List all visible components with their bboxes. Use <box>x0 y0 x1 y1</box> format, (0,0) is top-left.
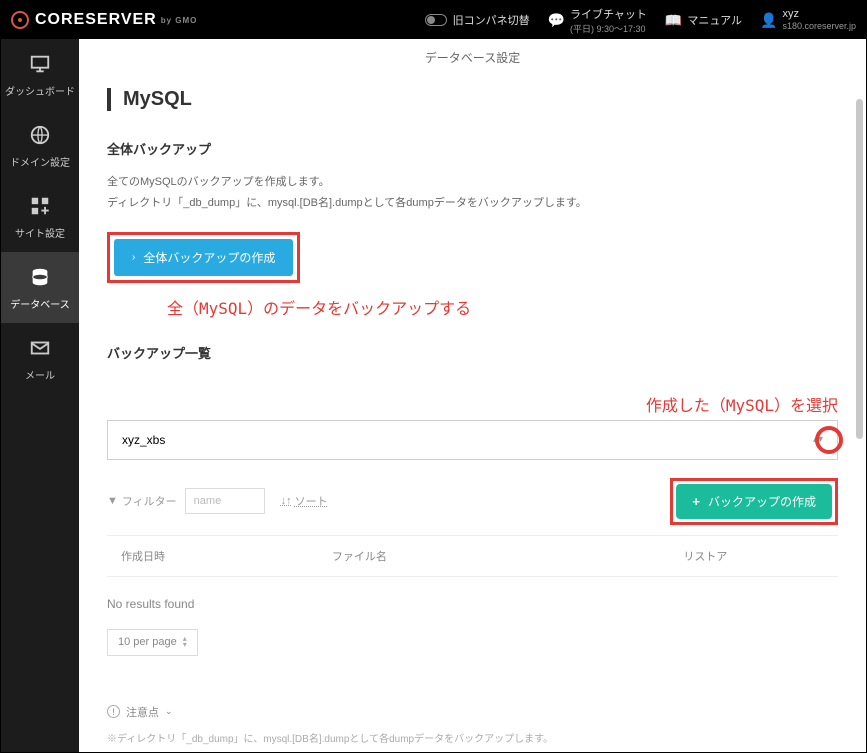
mail-icon <box>29 337 51 359</box>
old-panel-label: 旧コンパネ切替 <box>453 12 530 28</box>
chevron-updown-icon: ▴▾ <box>813 434 823 445</box>
callout-full-backup: › 全体バックアップの作成 <box>107 232 300 283</box>
sidebar-item-label: サイト設定 <box>1 225 79 240</box>
sort-label: ソート <box>295 493 328 509</box>
sidebar-item-label: メール <box>1 367 79 382</box>
sidebar: ダッシュボード ドメイン設定 サイト設定 データベース メール <box>1 39 79 752</box>
notes-text: ※ディレクトリ「_db_dump」に、mysql.[DB名].dumpとして各d… <box>107 730 838 745</box>
sidebar-item-label: ドメイン設定 <box>1 154 79 169</box>
full-backup-heading: 全体バックアップ <box>107 139 838 158</box>
main: データベース設定 MySQL 全体バックアップ 全てのMySQLのバックアップを… <box>79 39 866 752</box>
chat-label: ライブチャット <box>570 9 647 21</box>
sort-link[interactable]: ↓↑ ソート <box>281 493 328 509</box>
backup-list-heading: バックアップ一覧 <box>107 343 838 362</box>
database-icon <box>29 266 51 288</box>
callout-create-backup: + バックアップの作成 <box>670 478 838 525</box>
chat-icon: 💬 <box>548 12 565 29</box>
notes-heading: 注意点 <box>126 704 159 720</box>
logo-subtext: by GMO <box>161 16 198 25</box>
no-results: No results found <box>107 577 838 629</box>
sidebar-item-label: ダッシュボード <box>1 83 79 98</box>
logo-icon <box>11 11 29 29</box>
list-toolbar: ▼ フィルター ↓↑ ソート + バックアップの作成 <box>107 478 838 525</box>
full-backup-desc: 全てのMySQLのバックアップを作成します。 ディレクトリ「_db_dump」に… <box>107 172 838 214</box>
logo-text: CORESERVER <box>35 11 157 29</box>
info-icon: ! <box>107 705 120 718</box>
col-created: 作成日時 <box>121 548 332 564</box>
user-name: xyz <box>782 8 799 20</box>
filter-label-text: フィルター <box>122 493 177 509</box>
per-page-select[interactable]: 10 per page ▴▾ <box>107 629 198 656</box>
sort-icon: ↓↑ <box>281 495 292 507</box>
notes-section: ! 注意点 ⌄ ※ディレクトリ「_db_dump」に、mysql.[DB名].d… <box>107 704 838 745</box>
col-restore: リストア <box>683 548 824 564</box>
manual-label: マニュアル <box>687 12 742 28</box>
logo[interactable]: CORESERVER by GMO <box>11 11 197 29</box>
user-icon: 👤 <box>760 12 777 29</box>
create-backup-label: バックアップの作成 <box>708 493 816 510</box>
desc-line1: 全てのMySQLのバックアップを作成します。 <box>107 172 838 193</box>
filter-input[interactable] <box>185 488 265 514</box>
full-backup-button[interactable]: › 全体バックアップの作成 <box>114 239 293 276</box>
page-title: MySQL <box>107 88 838 111</box>
full-backup-button-label: 全体バックアップの作成 <box>143 249 275 266</box>
sidebar-item-database[interactable]: データベース <box>1 252 79 323</box>
filter-icon: ▼ <box>107 495 118 507</box>
sidebar-item-mail[interactable]: メール <box>1 323 79 394</box>
user-menu[interactable]: 👤 xyz s180.coreserver.jp <box>760 8 856 32</box>
sidebar-item-label: データベース <box>1 296 79 311</box>
book-icon: 📖 <box>665 12 682 29</box>
plus-icon: + <box>692 494 700 509</box>
desc-line2: ディレクトリ「_db_dump」に、mysql.[DB名].dumpとして各du… <box>107 193 838 214</box>
content: MySQL 全体バックアップ 全てのMySQLのバックアップを作成します。 ディ… <box>79 78 866 745</box>
grid-plus-icon <box>29 195 51 217</box>
sidebar-item-site[interactable]: サイト設定 <box>1 181 79 252</box>
chat-hours: (平日) 9:30～17:30 <box>570 22 647 35</box>
annotation-1: 全（MySQL）のデータをバックアップする <box>167 295 838 319</box>
manual-link[interactable]: 📖 マニュアル <box>665 12 742 29</box>
db-select[interactable]: xyz_xbs ▴▾ <box>107 420 838 460</box>
globe-icon <box>29 124 51 146</box>
live-chat-link[interactable]: 💬 ライブチャット (平日) 9:30～17:30 <box>548 6 647 35</box>
annotation-2: 作成した（MySQL）を選択 <box>107 392 838 416</box>
per-page-label: 10 per page <box>118 636 177 648</box>
breadcrumb: データベース設定 <box>79 39 866 78</box>
chevron-down-icon: ⌄ <box>165 706 173 717</box>
sidebar-item-dashboard[interactable]: ダッシュボード <box>1 39 79 110</box>
server-name: s180.coreserver.jp <box>782 21 856 32</box>
topbar: CORESERVER by GMO 旧コンパネ切替 💬 ライブチャット (平日)… <box>1 1 866 39</box>
db-select-value: xyz_xbs <box>122 433 165 447</box>
create-backup-button[interactable]: + バックアップの作成 <box>676 484 832 519</box>
chevron-updown-icon: ▴▾ <box>183 636 187 649</box>
chevron-right-icon: › <box>132 252 135 263</box>
filter-label: ▼ フィルター <box>107 493 177 509</box>
monitor-icon <box>29 53 51 75</box>
notes-toggle[interactable]: ! 注意点 ⌄ <box>107 704 838 720</box>
sidebar-item-domain[interactable]: ドメイン設定 <box>1 110 79 181</box>
toggle-icon <box>425 14 447 26</box>
col-filename: ファイル名 <box>332 548 684 564</box>
db-select-row: xyz_xbs ▴▾ <box>107 420 838 460</box>
old-panel-toggle[interactable]: 旧コンパネ切替 <box>425 12 530 28</box>
table-header: 作成日時 ファイル名 リストア <box>107 535 838 577</box>
scrollbar[interactable] <box>856 99 863 439</box>
